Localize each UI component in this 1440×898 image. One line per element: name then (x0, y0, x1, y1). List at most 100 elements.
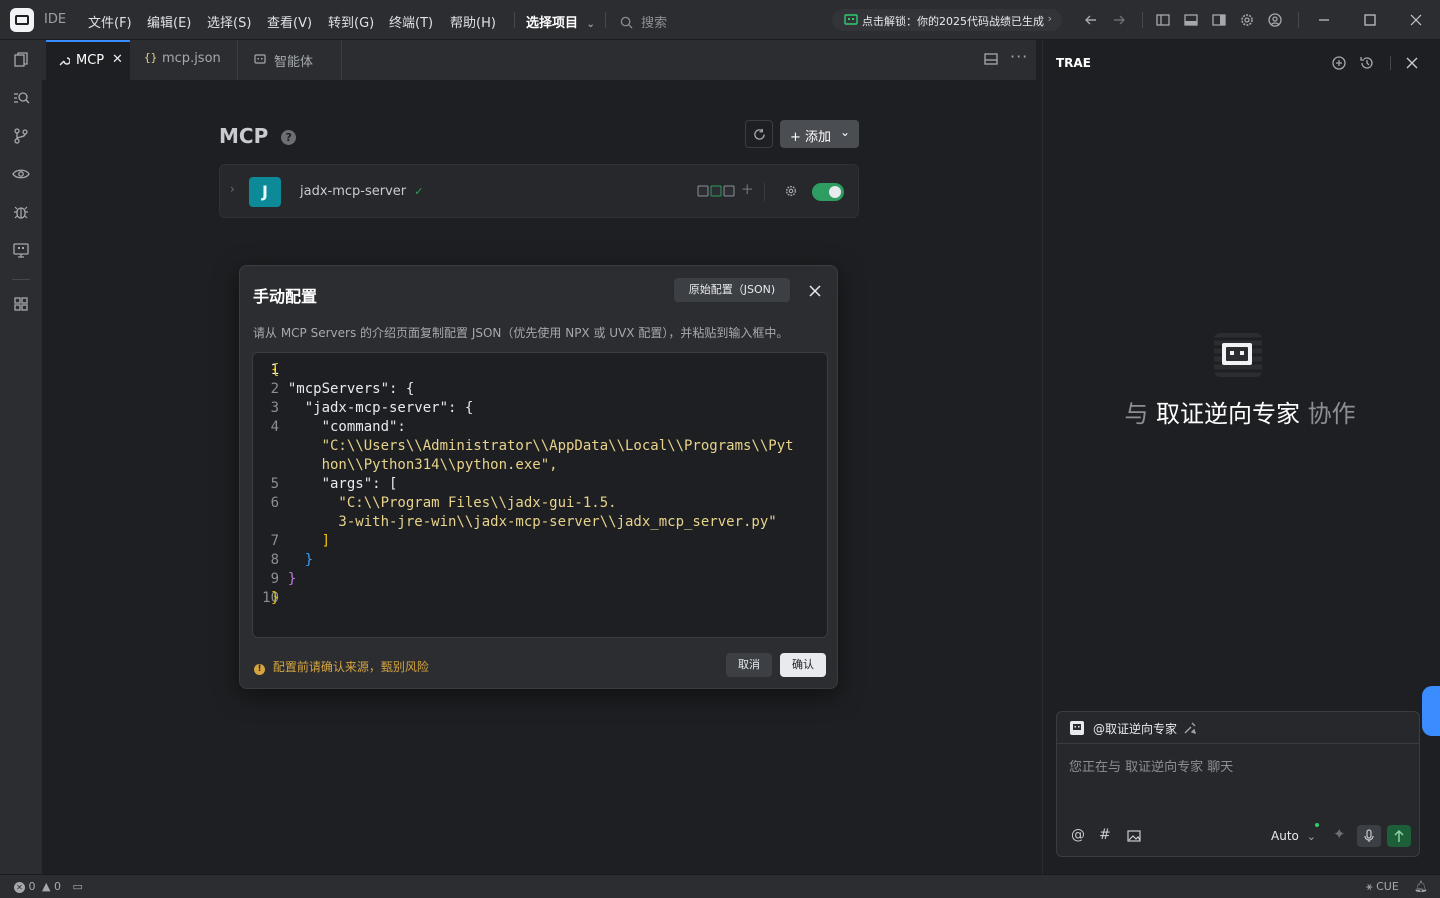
tools-icon[interactable] (1183, 721, 1197, 735)
add-server-button[interactable]: + 添加 ⌄ (780, 120, 859, 148)
menu-file[interactable]: 文件(F) (88, 12, 132, 31)
hash-context-icon[interactable]: # (1099, 827, 1111, 843)
mcp-page-title: MCP ? (219, 124, 297, 148)
code-line: "args": [ (271, 476, 398, 492)
send-button[interactable] (1387, 825, 1411, 847)
dialog-title: 手动配置 (253, 287, 318, 306)
back-arrow-icon[interactable] (1083, 12, 1099, 28)
status-bar (0, 874, 1440, 898)
explorer-files-icon[interactable] (12, 51, 30, 69)
account-icon[interactable] (1267, 12, 1283, 28)
search-panel-icon[interactable] (12, 89, 30, 107)
cue-icon: ⚹ (1366, 880, 1373, 893)
extensions-grid-icon[interactable] (12, 295, 30, 313)
menu-terminal[interactable]: 终端(T) (389, 12, 433, 31)
more-actions-icon[interactable]: ··· (1010, 47, 1028, 66)
code-line: } (271, 552, 314, 568)
chevron-down-icon: ⌄ (586, 19, 595, 30)
mcp-title-text: MCP (219, 124, 269, 148)
warning-text: 配置前请确认来源，甄别风险 (272, 660, 429, 674)
chevron-down-icon: ⌄ (840, 125, 851, 139)
activity-divider (12, 279, 30, 280)
forward-arrow-icon[interactable] (1111, 12, 1127, 28)
tab-mcp[interactable]: MCP ✕ (46, 40, 130, 80)
help-icon[interactable]: ? (281, 130, 297, 145)
robot-icon (254, 54, 266, 64)
toggle-bottom-panel-icon[interactable] (1183, 12, 1199, 28)
eye-preview-icon[interactable] (12, 165, 30, 183)
menu-edit[interactable]: 编辑(E) (147, 12, 191, 31)
tab-mcp-json[interactable]: {} mcp.json (132, 40, 238, 80)
new-chat-icon[interactable] (1331, 55, 1347, 71)
project-selector[interactable]: 选择项目 ⌄ (526, 12, 595, 31)
screen-icon (844, 14, 858, 25)
settings-gear-icon[interactable] (1239, 12, 1255, 28)
settings-gear-icon[interactable] (784, 184, 798, 198)
minimize-icon[interactable] (1316, 12, 1332, 28)
close-icon[interactable]: ✕ (112, 52, 123, 67)
maximize-icon[interactable] (1362, 12, 1378, 28)
tools-badges-icon (697, 185, 735, 197)
title-search[interactable]: 搜索 (620, 12, 667, 31)
code-line: 3-with-jre-win\\jadx-mcp-server\\jadx_mc… (271, 514, 777, 530)
notification-bell-icon[interactable]: 🔔︎ (1414, 880, 1428, 893)
confirm-button[interactable]: 确认 (780, 653, 826, 677)
agent-logo-icon (1214, 333, 1262, 377)
split-editor-icon[interactable] (984, 52, 998, 66)
sparkle-icon[interactable]: ✦ (1333, 825, 1346, 843)
close-icon[interactable] (808, 284, 822, 298)
chat-input[interactable]: 您正在与 取证逆向专家 聊天 (1069, 756, 1233, 775)
titlebar-divider (1142, 12, 1143, 28)
chevron-down-icon: ⌄ (1306, 830, 1316, 843)
floating-assistant-button[interactable] (1422, 686, 1440, 736)
raw-config-button[interactable]: 原始配置（JSON) (674, 278, 790, 302)
collab-prefix: 与 (1124, 400, 1149, 428)
menu-help[interactable]: 帮助(H) (450, 12, 496, 31)
titlebar-divider (1298, 12, 1299, 28)
cue-label: CUE (1376, 880, 1399, 893)
cue-indicator[interactable]: ⚹ CUE (1366, 880, 1399, 894)
model-selector[interactable]: Auto ⌄ (1271, 823, 1319, 843)
toggle-left-panel-icon[interactable] (1155, 12, 1171, 28)
toggle-right-panel-icon[interactable] (1211, 12, 1227, 28)
agent-avatar-icon (1070, 721, 1084, 735)
add-tool-icon[interactable]: + (741, 180, 754, 198)
server-enable-toggle[interactable] (812, 183, 844, 201)
terminal-icon[interactable]: ▭ (72, 880, 82, 893)
send-arrow-icon (1394, 830, 1404, 842)
dialog-description: 请从 MCP Servers 的介绍页面复制配置 JSON（优先使用 NPX 或… (253, 326, 789, 340)
remote-screen-icon[interactable] (12, 241, 30, 259)
mcp-server-row[interactable]: › J jadx-mcp-server ✓ + (219, 164, 859, 218)
agent-name: 取证逆向专家 (1156, 400, 1300, 428)
status-check-icon: ✓ (414, 185, 424, 198)
json-code-editor[interactable]: 1 2 3 4 5 6 7 8 9 10 { "mcpServers": { "… (252, 352, 828, 638)
menu-view[interactable]: 查看(V) (267, 12, 312, 31)
model-selector-label: Auto (1271, 829, 1299, 843)
expand-chevron-icon[interactable]: › (230, 182, 235, 196)
cancel-button[interactable]: 取消 (726, 653, 772, 677)
debug-bug-icon[interactable] (12, 203, 30, 221)
refresh-button[interactable] (745, 120, 773, 148)
menu-goto[interactable]: 转到(G) (328, 12, 374, 31)
editor-tab-bar: MCP ✕ {} mcp.json 智能体 ··· (42, 40, 1036, 80)
agent-mention[interactable]: @取证逆向专家 (1093, 720, 1177, 737)
mention-at-icon[interactable]: @ (1071, 827, 1085, 843)
window-close-icon[interactable] (1408, 12, 1424, 28)
project-selector-label: 选择项目 (526, 16, 579, 31)
code-line: "C:\\Program Files\\jadx-gui-1.5. (271, 495, 617, 511)
error-icon: ✕ (14, 882, 25, 893)
history-icon[interactable] (1359, 55, 1375, 71)
problems-indicator[interactable]: ✕ 0 ▲ 0 ▭ (14, 880, 83, 893)
error-count: 0 (28, 880, 36, 893)
menu-selection[interactable]: 选择(S) (207, 12, 251, 31)
close-panel-icon[interactable] (1405, 56, 1419, 70)
server-avatar: J (249, 177, 281, 207)
source-control-icon[interactable] (12, 127, 30, 145)
image-upload-icon[interactable] (1127, 829, 1141, 843)
microphone-icon[interactable] (1357, 825, 1381, 847)
unlock-banner[interactable]: 点击解锁：你的2025代码战绩已生成 › (832, 9, 1062, 31)
app-logo-icon[interactable] (10, 8, 34, 32)
code-line: ] (271, 533, 331, 549)
code-line: } (271, 571, 297, 587)
tab-agent[interactable]: 智能体 (240, 40, 342, 80)
